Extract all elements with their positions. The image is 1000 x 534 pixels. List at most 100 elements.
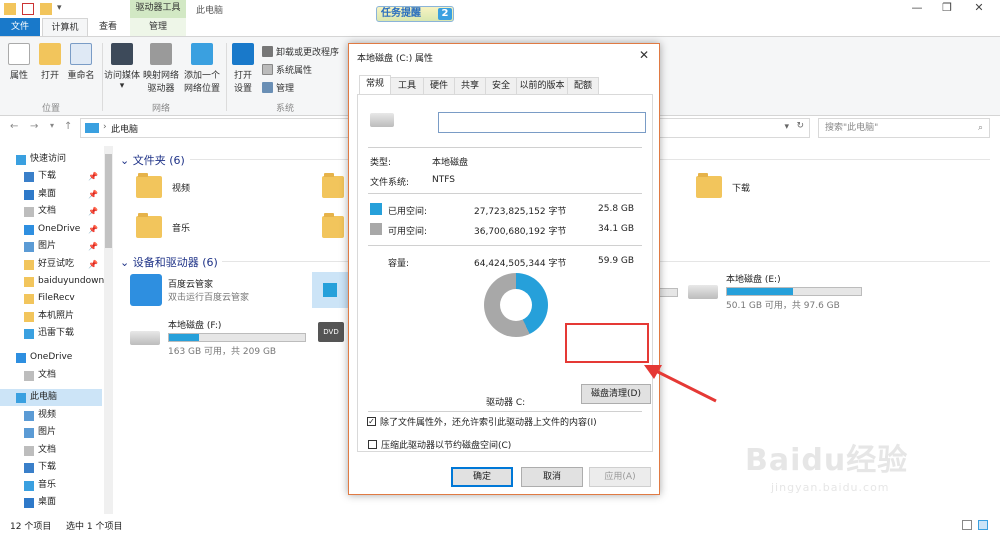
back-button[interactable]: ←	[10, 121, 18, 132]
folder-icon	[322, 173, 344, 198]
index-contents-checkbox[interactable]: ✓ 除了文件属性外，还允许索引此驱动器上文件的内容(I)	[367, 415, 597, 428]
sidebar-item[interactable]: 音乐	[0, 477, 102, 494]
new-folder-icon[interactable]	[40, 3, 52, 15]
drive-name-input[interactable]	[438, 112, 646, 133]
dvd-drive-tile[interactable]: DVD	[318, 322, 344, 342]
pin-icon[interactable]: 📌	[88, 203, 98, 220]
apply-button[interactable]: 应用(A)	[589, 467, 651, 487]
sidebar-item[interactable]: 好豆试吃 📌	[0, 256, 102, 273]
dialog-close-button[interactable]: ✕	[639, 48, 649, 62]
sidebar-item-label: 文档	[38, 445, 57, 455]
dialog-tab[interactable]: 共享	[454, 77, 486, 94]
sidebar-item[interactable]: 桌面	[0, 494, 102, 511]
close-button[interactable]: ✕	[964, 1, 994, 17]
pin-icon[interactable]: 📌	[88, 221, 98, 238]
drive-letter-label: 驱动器 C:	[486, 398, 526, 408]
sidebar-item[interactable]: 本机照片	[0, 308, 102, 325]
folder-icon[interactable]	[4, 3, 16, 15]
drive-tile-c[interactable]	[312, 272, 348, 308]
ok-button[interactable]: 确定	[451, 467, 513, 487]
folder-tile-videos[interactable]: 视频	[136, 173, 190, 198]
sidebar-item-label: OneDrive	[30, 352, 73, 362]
sidebar-item[interactable]: 文档	[0, 442, 102, 459]
properties-icon[interactable]	[22, 3, 34, 15]
folders-section-header[interactable]: ⌄ 文件夹 (6)	[120, 152, 185, 168]
dialog-tab[interactable]: 工具	[390, 77, 424, 94]
dialog-tab[interactable]: 常规	[359, 75, 391, 94]
restore-button[interactable]: ❐	[932, 1, 962, 17]
customize-toolbar-icon[interactable]: ▾	[57, 3, 65, 15]
sidebar-item[interactable]: 迅雷下载	[0, 325, 102, 342]
compress-checkbox-box[interactable]	[368, 440, 377, 449]
sidebar-item[interactable]: 下载 📌	[0, 168, 102, 185]
minimize-button[interactable]: —	[902, 1, 932, 17]
address-dropdown-icon[interactable]: ▾	[784, 122, 789, 132]
pin-icon[interactable]: 📌	[88, 168, 98, 185]
tab-view[interactable]: 查看	[90, 18, 126, 36]
sidebar-item-label: 桌面	[38, 189, 57, 199]
sidebar-item[interactable]: 文档 📌	[0, 203, 102, 220]
sidebar-item[interactable]: 桌面 📌	[0, 186, 102, 203]
open-button[interactable]: 打开	[38, 43, 62, 81]
download-folder-icon	[696, 173, 722, 198]
sidebar-item-label: 图片	[38, 427, 57, 437]
index-checkbox-box[interactable]: ✓	[367, 417, 376, 426]
navigation-pane: 快速访问 下载 📌 桌面 📌 文档 📌 OneDrive 📌 图片 📌 好豆试吃 📌 baiduyundo…	[0, 146, 105, 514]
baidu-cloud-desc: 双击运行百度云管家	[168, 293, 250, 303]
search-input[interactable]: 搜索"此电脑" ⌕	[818, 118, 990, 138]
uninstall-icon	[262, 46, 273, 57]
sidebar-item[interactable]: 文档	[0, 367, 102, 384]
sidebar-item[interactable]: 视频	[0, 407, 102, 424]
tab-computer[interactable]: 计算机	[42, 18, 88, 36]
sidebar-item[interactable]: 下载	[0, 459, 102, 476]
sidebar-item-label: baiduyundown	[38, 276, 105, 286]
pin-icon[interactable]: 📌	[88, 238, 98, 255]
folder-tile-downloads[interactable]: 下载	[696, 173, 750, 198]
network-drive-icon	[150, 43, 172, 65]
sidebar-scrollbar-thumb[interactable]	[105, 154, 112, 248]
rename-button[interactable]: 重命名	[66, 43, 96, 81]
sidebar-item[interactable]: 图片	[0, 424, 102, 441]
sidebar-item[interactable]: OneDrive 📌	[0, 221, 102, 238]
sidebar-item[interactable]: FileRecv	[0, 290, 102, 307]
devices-section-header[interactable]: ⌄ 设备和驱动器 (6)	[120, 254, 218, 270]
open-settings-button[interactable]: 打开 设置	[230, 43, 256, 94]
forward-button[interactable]: →	[30, 121, 38, 132]
sidebar-scrollbar[interactable]	[104, 146, 113, 514]
drive-tile-f[interactable]: 本地磁盘 (F:) 163 GB 可用，共 209 GB	[130, 318, 306, 357]
refresh-icon[interactable]: ↻	[796, 121, 804, 131]
sidebar-item[interactable]: 此电脑	[0, 389, 102, 406]
sidebar-item[interactable]: OneDrive	[0, 349, 102, 366]
sidebar-item[interactable]: 图片 📌	[0, 238, 102, 255]
dialog-tab[interactable]: 配额	[567, 77, 599, 94]
baidu-cloud-tile[interactable]: 百度云管家 双击运行百度云管家	[130, 274, 249, 306]
drive-tile-e[interactable]: 本地磁盘 (E:) 50.1 GB 可用，共 97.6 GB	[688, 272, 862, 311]
tab-manage[interactable]: 管理	[130, 18, 186, 36]
pin-icon[interactable]: 📌	[88, 186, 98, 203]
uninstall-program-button[interactable]: 卸载或更改程序	[262, 45, 339, 58]
dialog-tab[interactable]: 安全	[485, 77, 517, 94]
dialog-tab[interactable]: 硬件	[423, 77, 455, 94]
map-network-drive-button[interactable]: 映射网络 驱动器	[142, 43, 180, 94]
sidebar-item[interactable]: baiduyundown	[0, 273, 105, 290]
manage-button[interactable]: 管理	[262, 81, 294, 94]
search-icon: ⌕	[977, 123, 983, 133]
sidebar-item[interactable]: 快速访问	[0, 151, 102, 168]
dialog-tab[interactable]: 以前的版本	[516, 77, 568, 94]
properties-button[interactable]: 属性	[6, 43, 32, 81]
cancel-button[interactable]: 取消	[521, 467, 583, 487]
drive-e-usage-fill	[727, 288, 793, 295]
pin-icon[interactable]: 📌	[88, 256, 98, 273]
folder-tile-music[interactable]: 音乐	[136, 213, 190, 238]
tab-file[interactable]: 文件	[0, 18, 40, 36]
system-properties-button[interactable]: 系统属性	[262, 63, 312, 76]
sidebar-item-icon	[24, 427, 34, 438]
add-network-location-button[interactable]: 添加一个 网络位置	[182, 43, 222, 94]
capacity-gb: 59.9 GB	[598, 256, 635, 266]
access-media-button[interactable]: 访问媒体 ▾	[104, 43, 140, 91]
large-icons-view-icon[interactable]	[978, 520, 988, 530]
network-location-icon	[191, 43, 213, 65]
compress-drive-checkbox[interactable]: 压缩此驱动器以节约磁盘空间(C)	[368, 438, 511, 451]
recent-locations-button[interactable]: ▾	[50, 121, 54, 130]
up-button[interactable]: ↑	[64, 121, 72, 132]
